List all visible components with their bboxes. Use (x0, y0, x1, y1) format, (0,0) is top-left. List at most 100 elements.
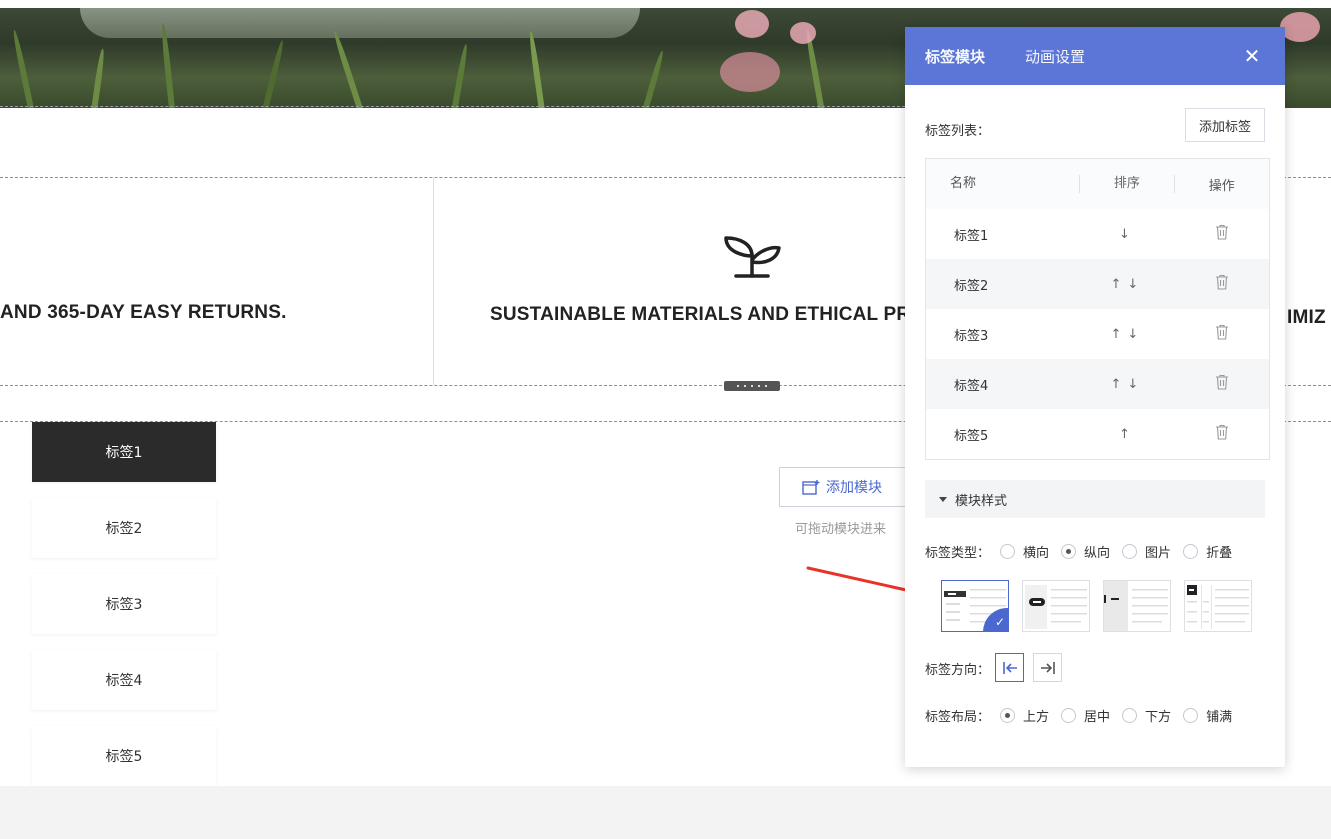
radio-bottom[interactable] (1122, 708, 1138, 723)
grass-decor (11, 29, 36, 108)
tag-type-row: 标签类型： 横向 纵向 图片 折叠 (925, 542, 1240, 561)
radio-collapse[interactable] (1183, 544, 1199, 559)
option-label: 上方 (1023, 710, 1050, 725)
sprout-icon (724, 236, 781, 278)
tag-direction-row: 标签方向： (925, 659, 996, 678)
page: AND 365-DAY EASY RETURNS. SUSTAINABLE MA… (0, 0, 1331, 839)
handle-dot (751, 385, 753, 387)
row-name: 标签3 (954, 328, 989, 344)
table-row: 标签2 ↑↓ (926, 259, 1269, 309)
add-tag-button[interactable]: 添加标签 (1185, 108, 1265, 142)
sort-arrows[interactable]: ↑↓ (1080, 327, 1174, 342)
column-header-sort: 排序 (1080, 175, 1175, 193)
tag-layout-row: 标签布局： 上方 居中 下方 铺满 (925, 706, 1240, 725)
hero-bottom-border (0, 106, 905, 107)
radio-fill[interactable] (1183, 708, 1199, 723)
column-header-op: 操作 (1208, 178, 1235, 194)
style-preview-icon (1025, 585, 1087, 629)
panel-tab-tag-module[interactable]: 标签模块 (925, 46, 985, 67)
option-label: 下方 (1145, 710, 1172, 725)
tag-layout-label: 标签布局： (925, 710, 991, 725)
tag-direction-label: 标签方向： (925, 663, 991, 678)
flower-decor (790, 22, 816, 44)
option-label: 纵向 (1084, 546, 1111, 561)
tab-4[interactable]: 标签4 (32, 650, 216, 710)
flower-decor (1280, 12, 1320, 42)
handle-dot (758, 385, 760, 387)
tag-type-label: 标签类型： (925, 546, 991, 561)
handle-dot (737, 385, 739, 387)
column-header-name: 名称 (926, 175, 1081, 193)
table-row: 标签1 ↓ (926, 209, 1269, 259)
flower-decor (720, 52, 780, 92)
tab-5[interactable]: 标签5 (32, 726, 216, 786)
table-row: 标签3 ↑↓ (926, 309, 1269, 359)
tag-table: 名称 排序 操作 标签1 ↓ 标签2 ↑↓ 标签3 ↑↓ 标签4 ↑↓ 标签5 … (925, 158, 1270, 460)
footer-band (0, 786, 1331, 839)
tab-1[interactable]: 标签1 (32, 422, 216, 482)
tab-2[interactable]: 标签2 (32, 498, 216, 558)
sort-arrows[interactable]: ↑ (1080, 427, 1174, 442)
module-style-section-toggle[interactable]: 模块样式 (925, 480, 1265, 518)
radio-center[interactable] (1061, 708, 1077, 723)
option-label: 图片 (1145, 546, 1172, 561)
sort-arrows[interactable]: ↑↓ (1080, 277, 1174, 292)
resize-handle[interactable] (724, 381, 780, 391)
section-title: 模块样式 (955, 493, 1008, 509)
close-icon[interactable]: ✕ (1243, 46, 1261, 66)
style-preview-icon (1104, 581, 1168, 631)
align-right-arrow-icon (1040, 661, 1055, 674)
tab-module-settings-panel: 标签模块 动画设置 ✕ 标签列表： 添加标签 名称 排序 操作 标签1 ↓ 标签… (905, 27, 1285, 767)
grass-decor (90, 48, 106, 108)
grass-decor (450, 43, 469, 108)
style-option-4[interactable] (1184, 580, 1252, 632)
option-label: 横向 (1023, 546, 1050, 561)
add-module-hint: 可拖动模块进来 (795, 522, 887, 537)
table-row: 标签5 ↑ (926, 409, 1269, 459)
handle-dot (744, 385, 746, 387)
trash-icon[interactable] (1215, 424, 1229, 440)
sort-arrows[interactable]: ↓ (1080, 227, 1174, 242)
style-preview-icon (1187, 585, 1249, 629)
grass-decor (260, 39, 286, 108)
style-option-2[interactable] (1022, 580, 1090, 632)
option-label: 折叠 (1206, 546, 1233, 561)
direction-right-button[interactable] (1033, 653, 1062, 682)
radio-horizontal[interactable] (1000, 544, 1016, 559)
trash-icon[interactable] (1215, 224, 1229, 240)
radio-image[interactable] (1122, 544, 1138, 559)
panel-header: 标签模块 动画设置 ✕ (905, 27, 1285, 85)
sort-arrows[interactable]: ↑↓ (1080, 377, 1174, 392)
feature-text-returns: AND 365-DAY EASY RETURNS. (0, 302, 287, 323)
grass-decor (527, 30, 546, 108)
caret-down-icon (939, 496, 947, 502)
add-module-icon (802, 480, 820, 495)
trash-icon[interactable] (1215, 324, 1229, 340)
direction-left-button[interactable] (995, 653, 1024, 682)
grass-decor (640, 49, 666, 108)
feature-text-right: IMIZ (1287, 307, 1326, 328)
feature-divider (433, 178, 434, 385)
option-label: 铺满 (1206, 710, 1233, 725)
row-name: 标签4 (954, 378, 989, 394)
option-label: 居中 (1084, 710, 1111, 725)
align-left-arrow-icon (1002, 661, 1017, 674)
row-name: 标签2 (954, 278, 989, 294)
trash-icon[interactable] (1215, 374, 1229, 390)
trash-icon[interactable] (1215, 274, 1229, 290)
grass-decor (331, 29, 366, 108)
style-option-1[interactable]: ✓ (941, 580, 1009, 632)
handle-dot (765, 385, 767, 387)
radio-top[interactable] (1000, 708, 1016, 723)
flower-decor (735, 10, 769, 38)
panel-tab-animation[interactable]: 动画设置 (1025, 46, 1085, 67)
table-row: 标签4 ↑↓ (926, 359, 1269, 409)
radio-vertical[interactable] (1061, 544, 1077, 559)
add-module-label: 添加模块 (826, 480, 882, 496)
style-option-3[interactable] (1103, 580, 1171, 632)
add-module-button[interactable]: 添加模块 (779, 467, 909, 507)
row-name: 标签1 (954, 228, 989, 244)
tab-3[interactable]: 标签3 (32, 574, 216, 634)
feature-text-sustainable: SUSTAINABLE MATERIALS AND ETHICAL PRAC (490, 304, 939, 325)
row-name: 标签5 (954, 428, 989, 444)
